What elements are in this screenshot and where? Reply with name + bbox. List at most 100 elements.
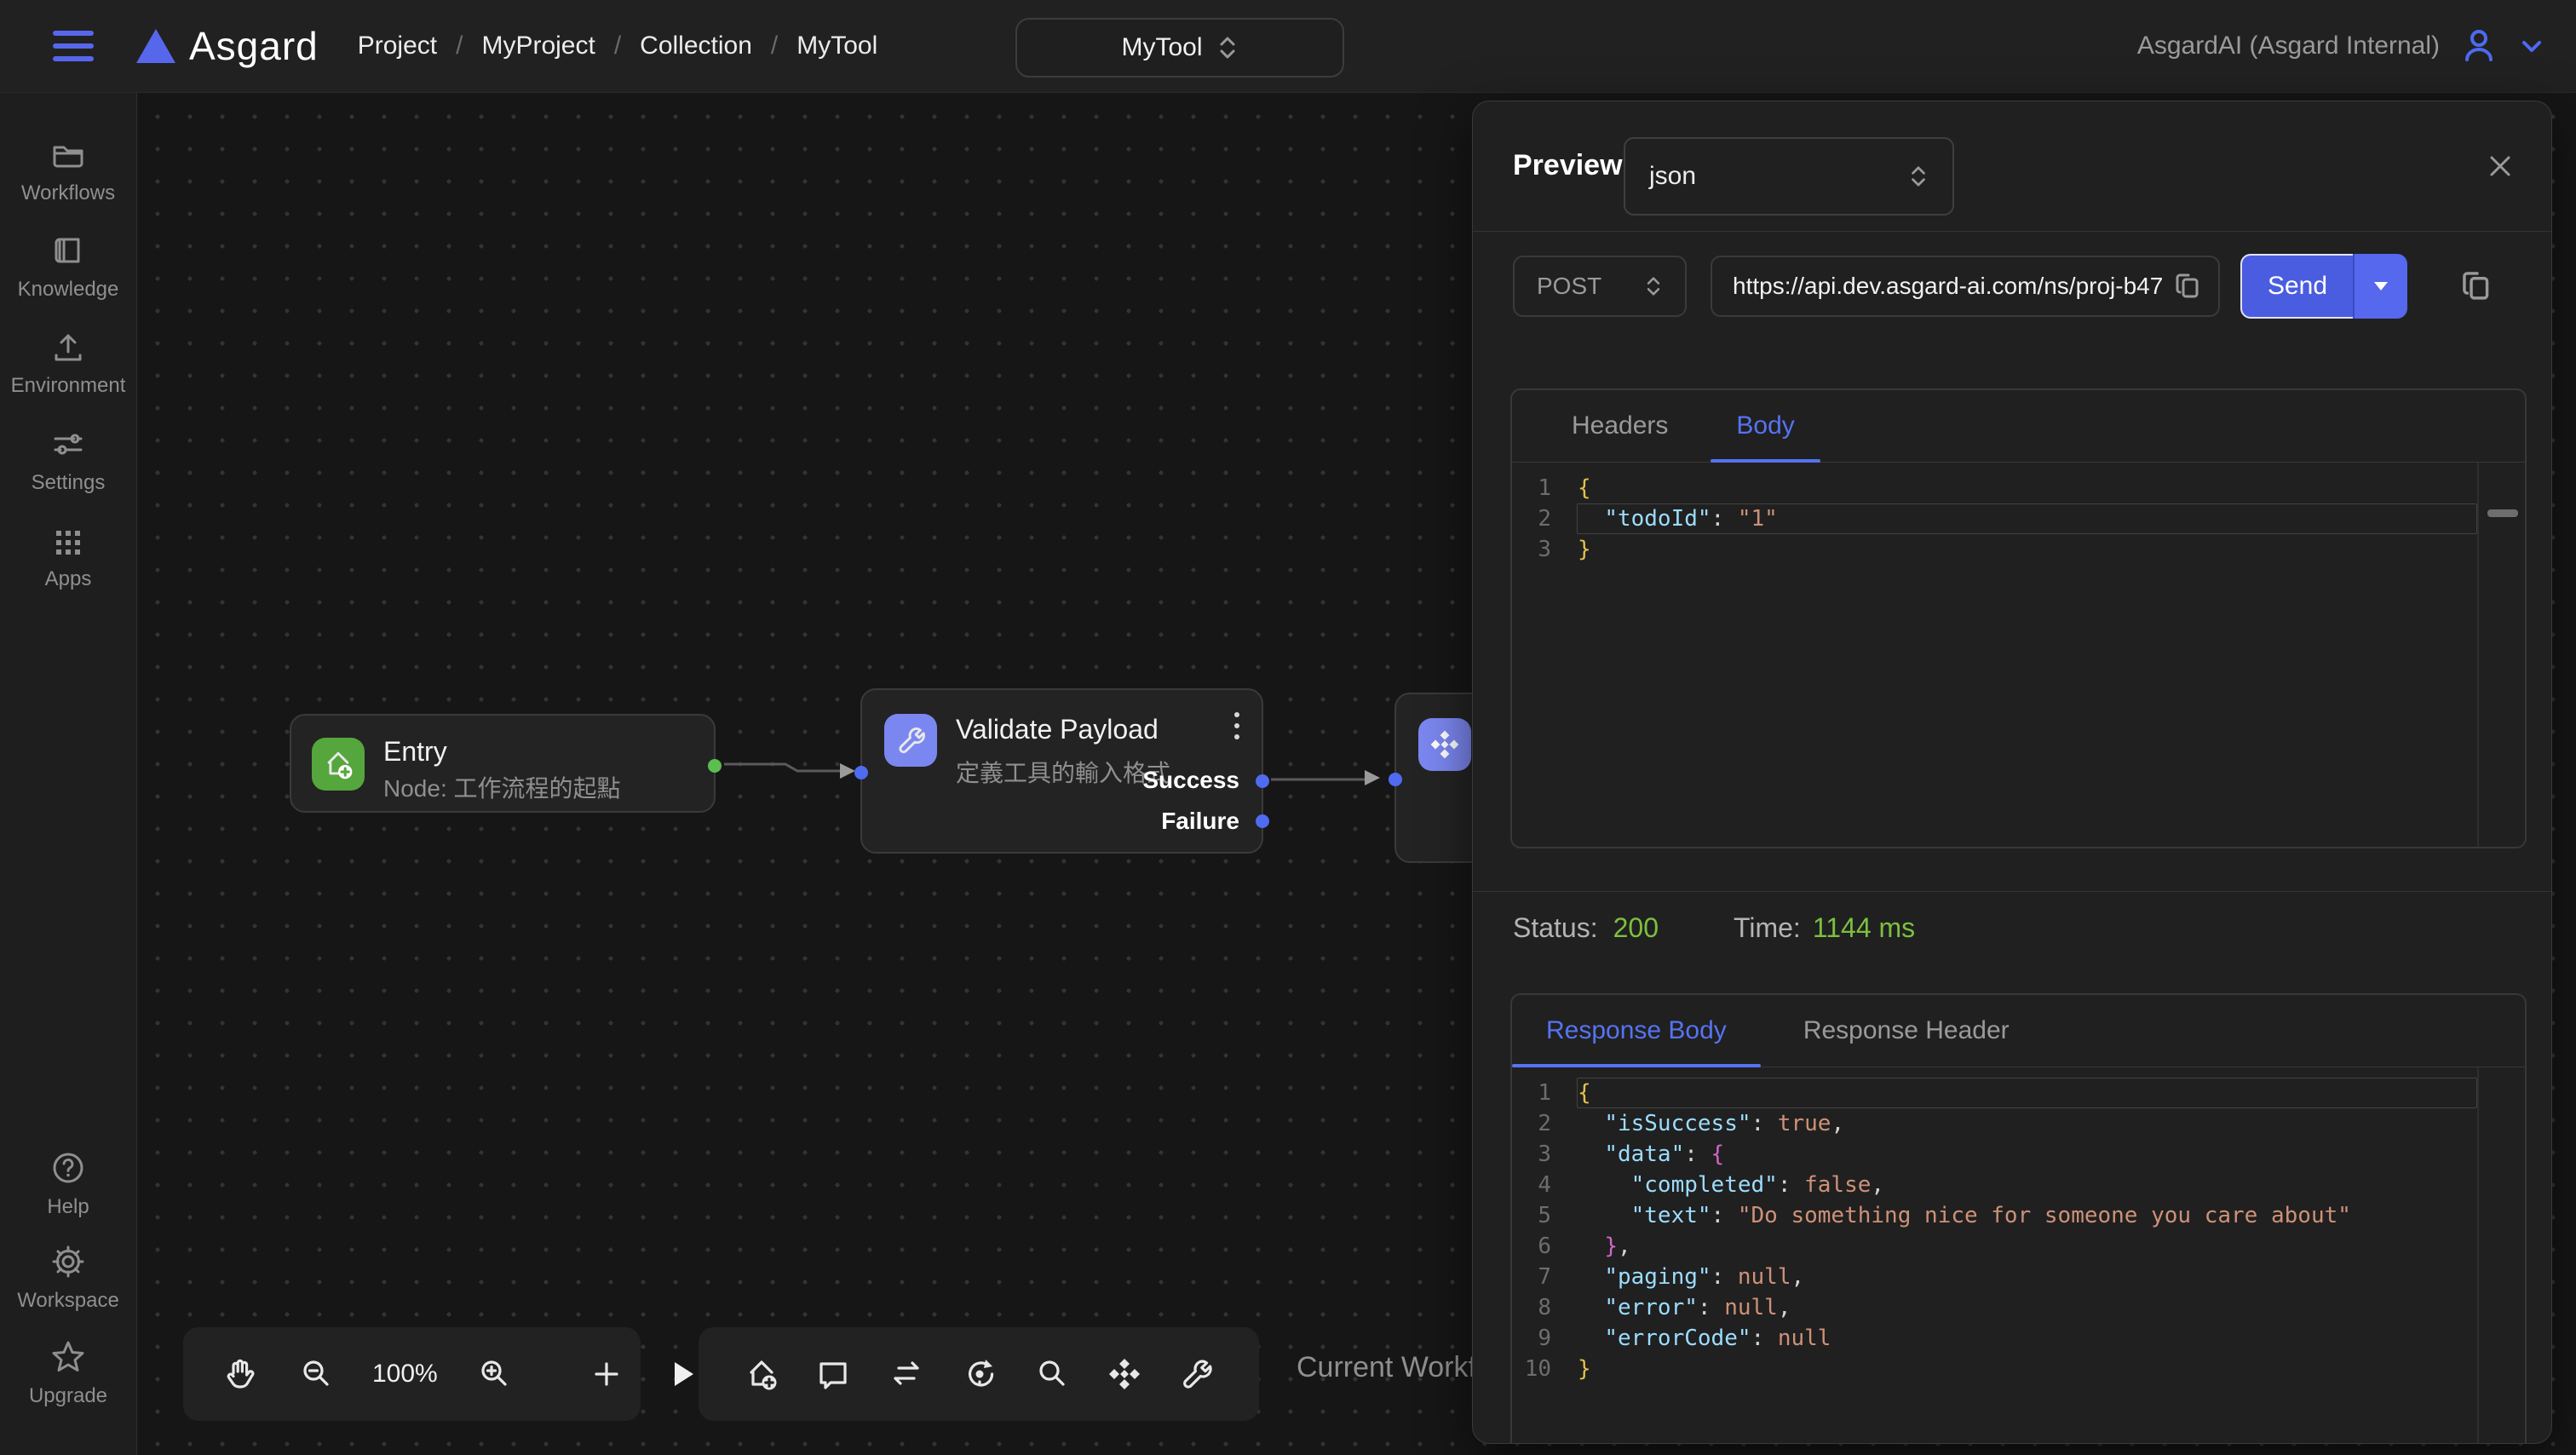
tab-headers[interactable]: Headers (1546, 390, 1693, 462)
zoom-level[interactable]: 100% (372, 1360, 438, 1389)
canvas-zoom-toolbar: 100% (183, 1327, 641, 1421)
preview-panel: Preview json POST https://api.dev.asgard… (1472, 101, 2552, 1444)
user-icon[interactable] (2458, 26, 2499, 66)
sidebar-item-workspace[interactable]: Workspace (0, 1242, 136, 1313)
partial-node-input-port[interactable] (1389, 773, 1402, 786)
tool-selector-value: MyTool (1121, 33, 1202, 62)
response-body-editor[interactable]: 1{2 "isSuccess": true,3 "data": {4 "comp… (1512, 1067, 2525, 1444)
breadcrumb-myproject[interactable]: MyProject (481, 32, 595, 60)
star-icon (49, 1337, 88, 1377)
sidebar-item-knowledge[interactable]: Knowledge (0, 233, 136, 302)
gear-icon (49, 1242, 88, 1281)
search-icon[interactable] (1033, 1355, 1071, 1393)
add-entry-node-icon[interactable] (743, 1355, 780, 1393)
response-tabs: Response Body Response Header (1512, 995, 2525, 1067)
navbar-account-area: AsgardAI (Asgard Internal) (2137, 0, 2545, 92)
run-icon[interactable] (663, 1355, 700, 1393)
zoom-out-icon[interactable] (297, 1355, 335, 1393)
copy-url-icon[interactable] (2174, 270, 2203, 302)
panel-divider (1473, 891, 2551, 892)
chevron-down-icon[interactable] (2518, 32, 2545, 60)
sidebar-item-label: Environment (11, 374, 126, 398)
folder-icon (49, 136, 87, 174)
swap-connections-icon[interactable] (887, 1354, 926, 1394)
node-validate-title: Validate Payload (956, 714, 1159, 745)
pan-hand-icon[interactable] (221, 1354, 260, 1394)
tools-wrench-icon[interactable] (1177, 1355, 1215, 1393)
breadcrumb-separator: / (614, 32, 621, 60)
node-validate-payload[interactable]: Validate Payload 定義工具的輸入格式 Success Failu… (860, 688, 1263, 854)
breadcrumb-separator: / (771, 32, 778, 60)
send-button[interactable]: Send (2240, 254, 2353, 319)
node-entry-title: Entry (383, 736, 447, 768)
sidebar-item-workflows[interactable]: Workflows (0, 136, 136, 205)
rerun-icon[interactable] (960, 1354, 999, 1394)
sliders-icon (49, 426, 87, 463)
node-menu-kebab-icon[interactable] (1231, 709, 1243, 743)
chevron-updown-icon (1908, 164, 1929, 189)
validate-failure-port[interactable] (1256, 814, 1269, 828)
request-tabs: Headers Body (1512, 390, 2525, 463)
send-options-button[interactable] (2353, 254, 2407, 319)
sidebar-item-apps[interactable]: Apps (0, 522, 136, 591)
sidebar-item-help[interactable]: Help (0, 1148, 136, 1219)
node-entry[interactable]: Entry Node: 工作流程的起點 (290, 714, 716, 813)
top-navbar: Asgard Project / MyProject / Collection … (0, 0, 2576, 93)
fit-view-icon[interactable] (1106, 1355, 1143, 1393)
entry-node-icon (312, 738, 365, 791)
time-label: Time: (1734, 912, 1801, 944)
sidebar-item-label: Knowledge (18, 278, 119, 302)
chevron-updown-icon (1216, 34, 1239, 61)
tab-response-body[interactable]: Response Body (1512, 995, 1761, 1067)
zoom-in-icon[interactable] (475, 1355, 513, 1393)
asgard-logo-icon (136, 29, 175, 63)
hamburger-menu-icon[interactable] (53, 31, 94, 61)
node-entry-subtitle: Node: 工作流程的起點 (383, 770, 621, 804)
panel-title: Preview (1513, 149, 1623, 182)
breadcrumb-project[interactable]: Project (358, 32, 437, 60)
sidebar-item-upgrade[interactable]: Upgrade (0, 1337, 136, 1408)
format-selector[interactable]: json (1624, 137, 1954, 216)
tool-selector[interactable]: MyTool (1015, 18, 1344, 78)
tab-body[interactable]: Body (1711, 390, 1820, 462)
canvas-tools-toolbar (699, 1327, 1259, 1421)
breadcrumb-separator: / (456, 32, 463, 60)
sidebar-item-label: Settings (32, 471, 106, 495)
node-validate-subtitle: 定義工具的輸入格式 (956, 755, 1170, 789)
method-selector[interactable]: POST (1513, 256, 1687, 317)
sidebar-item-settings[interactable]: Settings (0, 426, 136, 495)
app-root: Entry Node: 工作流程的起點 Validate Payload 定義工… (0, 0, 2576, 1455)
time-value: 1144 ms (1813, 912, 1915, 944)
validate-input-port[interactable] (854, 766, 868, 779)
grid-icon (49, 522, 87, 560)
brand-name: Asgard (189, 23, 319, 69)
book-icon (49, 233, 87, 270)
breadcrumb: Project / MyProject / Collection / MyToo… (358, 32, 878, 60)
account-label: AsgardAI (Asgard Internal) (2137, 32, 2440, 60)
validate-success-port[interactable] (1256, 774, 1269, 788)
add-icon[interactable] (588, 1355, 625, 1393)
comment-icon[interactable] (814, 1355, 852, 1393)
response-status-row: Status: 200 Time: 1144 ms (1513, 912, 1915, 944)
minimap-slider[interactable] (2487, 509, 2518, 517)
copy-request-icon[interactable] (2460, 267, 2494, 305)
upload-icon (49, 329, 87, 366)
router-node-icon (1418, 718, 1471, 771)
sidebar-item-label: Upgrade (29, 1384, 107, 1408)
close-icon[interactable] (2485, 151, 2516, 181)
request-body-box: Headers Body 1{2 "todoId": "1"3} (1510, 388, 2527, 848)
request-bar: POST https://api.dev.asgard-ai.com/ns/pr… (1513, 256, 2511, 317)
tab-response-header[interactable]: Response Header (1778, 995, 2035, 1067)
entry-output-port[interactable] (708, 759, 722, 773)
format-selector-value: json (1649, 162, 1696, 191)
sidebar-item-environment[interactable]: Environment (0, 329, 136, 398)
url-input[interactable]: https://api.dev.asgard-ai.com/ns/proj-b4… (1711, 256, 2220, 317)
request-body-editor[interactable]: 1{2 "todoId": "1"3} (1512, 463, 2525, 848)
current-workflow-label: Current Workflow (1297, 1351, 1474, 1384)
sidebar-item-label: Workflows (21, 181, 115, 205)
method-selector-value: POST (1537, 273, 1601, 300)
response-box: Response Body Response Header 1{2 "isSuc… (1510, 993, 2527, 1444)
breadcrumb-collection[interactable]: Collection (640, 32, 752, 60)
breadcrumb-mytool[interactable]: MyTool (796, 32, 877, 60)
url-value: https://api.dev.asgard-ai.com/ns/proj-b4… (1733, 273, 2165, 300)
